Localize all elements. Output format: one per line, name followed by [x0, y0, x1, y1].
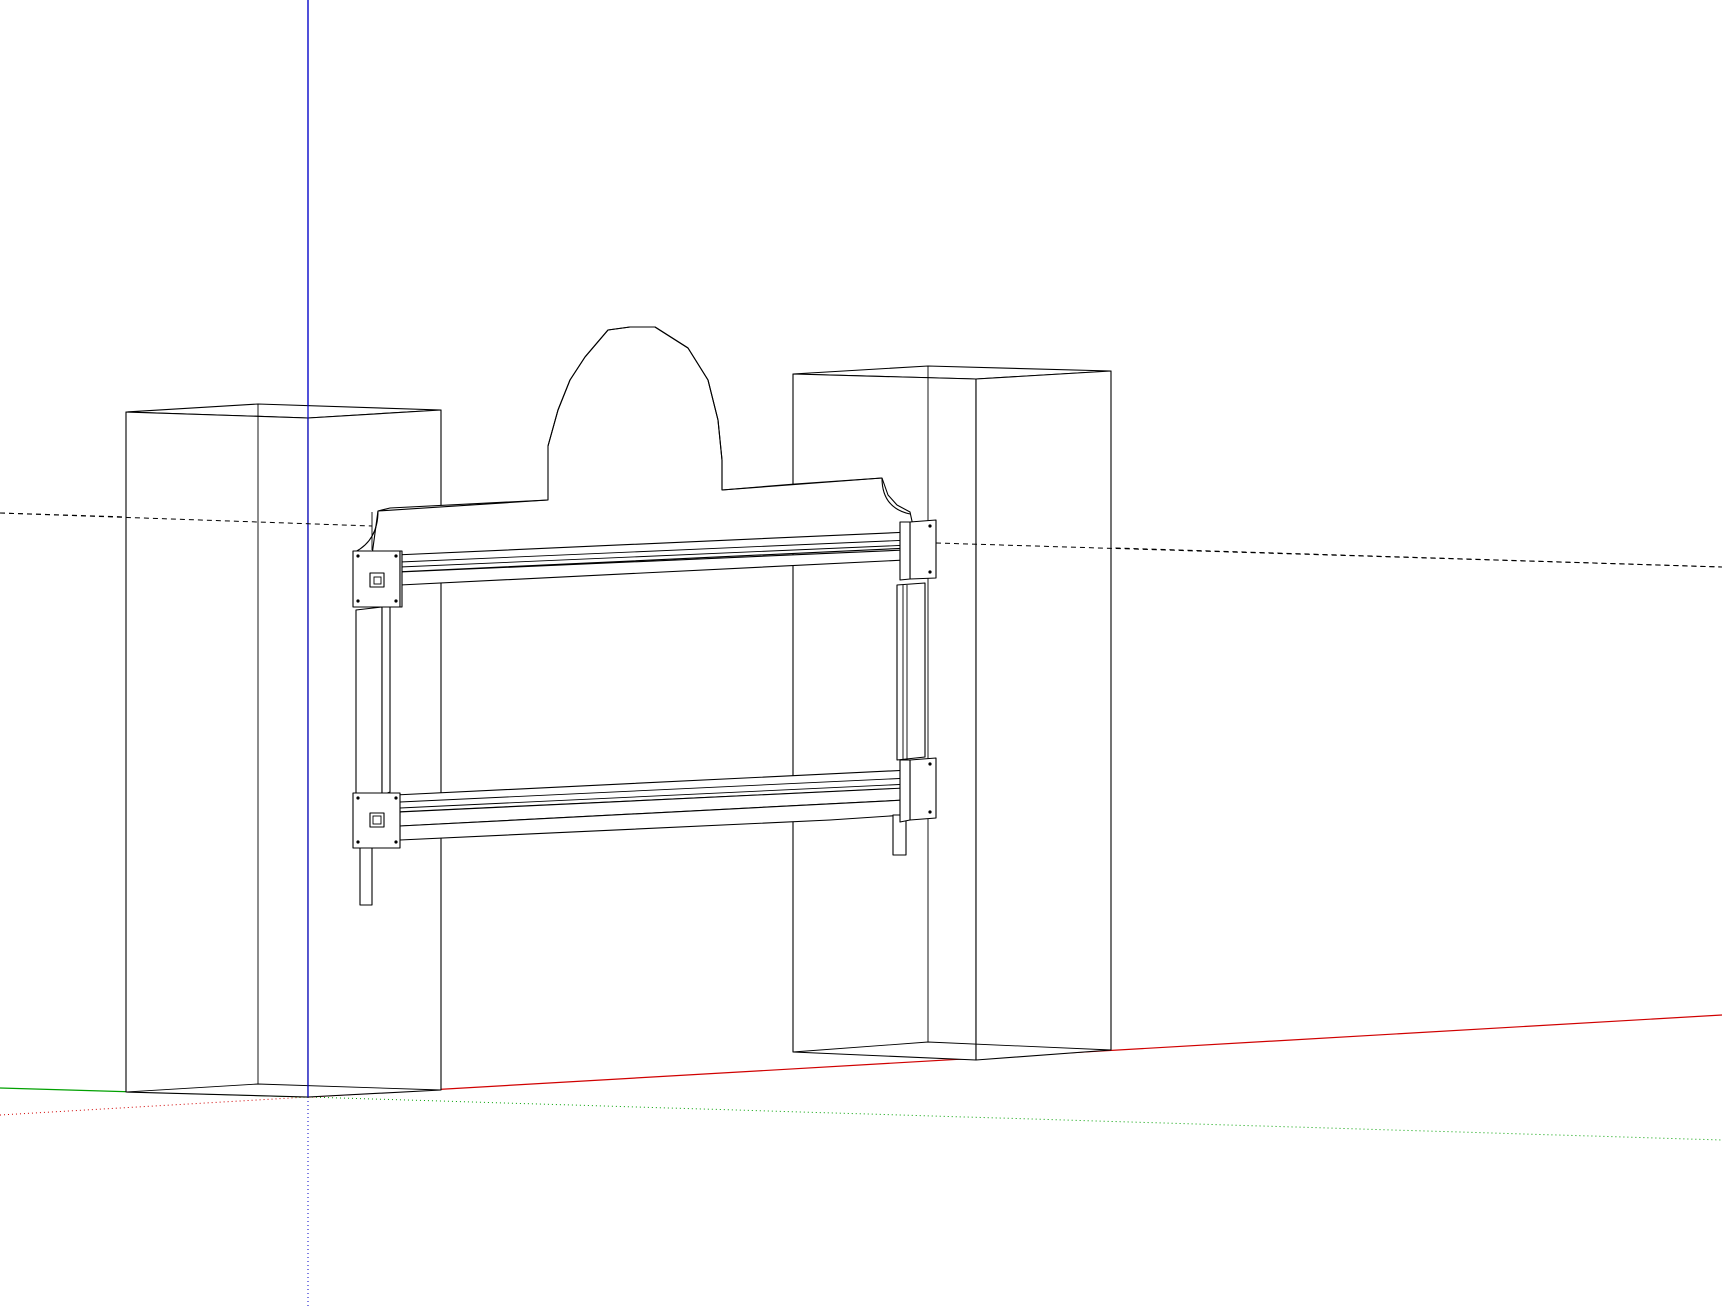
- left-pillar-front: [125, 411, 309, 1098]
- bracket-top-right: [899, 519, 937, 581]
- red-axis-negative: [0, 1096, 309, 1116]
- right-post-front: [896, 582, 926, 761]
- left-post-front: [355, 606, 383, 796]
- right-pillar-front: [792, 373, 977, 1061]
- left-post-side: [381, 605, 391, 796]
- modeling-viewport[interactable]: [0, 0, 1722, 1308]
- left-leg: [359, 847, 373, 906]
- right-pillar-side: [975, 370, 1112, 1061]
- green-axis-negative: [307, 1096, 1722, 1141]
- bracket-bottom-right: [899, 757, 937, 823]
- scene-canvas[interactable]: [0, 0, 1722, 1308]
- bracket-bottom-left: [352, 792, 401, 849]
- bracket-top-left: [352, 550, 403, 608]
- right-pillar[interactable]: [792, 365, 1112, 1061]
